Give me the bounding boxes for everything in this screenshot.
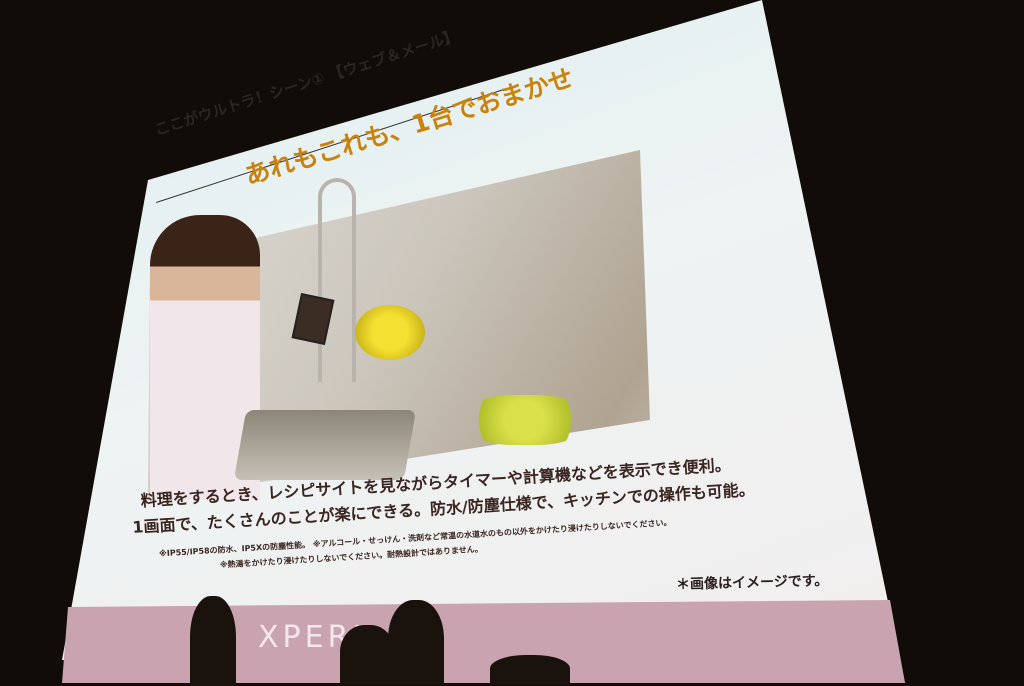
audience-head: [340, 625, 395, 685]
sink: [233, 410, 417, 480]
faucet: [318, 178, 356, 382]
image-disclaimer: ＊画像はイメージです。: [675, 573, 829, 593]
audience-head: [388, 600, 444, 685]
audience-head: [190, 596, 236, 686]
vegetables: [465, 395, 585, 445]
audience-head: [490, 655, 570, 685]
lemon-bowl: [355, 305, 425, 360]
